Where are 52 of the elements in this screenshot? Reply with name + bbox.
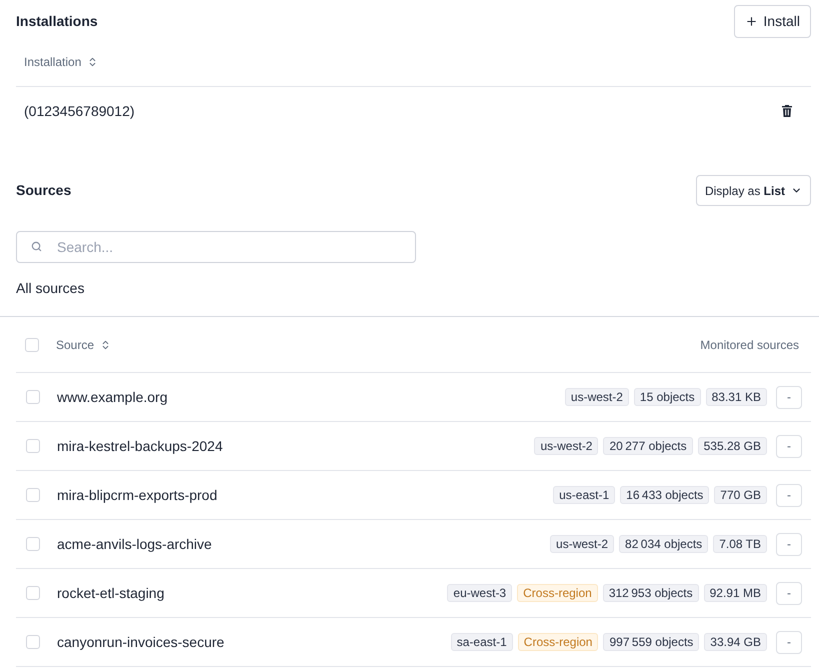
metadata-tag: us-west-2 (550, 535, 614, 553)
search-field[interactable]: Search... (16, 231, 416, 263)
search-icon (31, 241, 42, 252)
source-name[interactable]: acme-anvils-logs-archive (57, 534, 212, 554)
source-name[interactable]: canyonrun-invoices-secure (57, 632, 224, 652)
warning-tag: Cross-region (517, 584, 598, 602)
metadata-tag: 16 433 objects (620, 486, 710, 504)
column-header[interactable]: Installation (24, 53, 82, 71)
plus-icon (745, 15, 758, 28)
source-name[interactable]: mira-blipcrm-exports-prod (57, 484, 218, 506)
checkbox[interactable] (26, 439, 40, 453)
metadata-tag: 535.28 GB (698, 437, 767, 455)
checkbox[interactable] (26, 537, 40, 551)
warning-tag: Cross-region (518, 633, 598, 651)
metadata-tag: 7.08 TB (713, 535, 767, 553)
trash-icon[interactable] (782, 105, 792, 117)
metadata-tag: 33.94 GB (704, 633, 767, 651)
column-header[interactable]: Source (56, 336, 94, 354)
install-button[interactable]: Install (734, 5, 811, 38)
metadata-tag: 92.91 MB (704, 584, 767, 602)
checkbox[interactable] (26, 586, 40, 600)
metadata-tag: 20 277 objects (603, 437, 693, 455)
source-name[interactable]: mira-kestrel-backups-2024 (57, 436, 223, 456)
action-button[interactable]: - (776, 532, 802, 556)
filter-label[interactable]: All sources (16, 278, 84, 298)
metadata-tag: 997 559 objects (603, 633, 700, 651)
metadata-tag: sa-east-1 (450, 633, 513, 651)
metadata-tag: us-west-2 (534, 437, 598, 455)
action-button[interactable]: - (776, 386, 802, 408)
section-title: Sources (16, 181, 72, 200)
action-button[interactable]: - (776, 582, 802, 604)
action-button[interactable]: - (776, 484, 802, 506)
metadata-tag: 83.31 KB (706, 388, 767, 406)
section-title: Installations (16, 12, 98, 31)
checkbox[interactable] (26, 390, 40, 404)
checkbox[interactable] (26, 488, 40, 502)
metadata-tag: 15 objects (634, 388, 701, 406)
metadata-tag: us-east-1 (553, 486, 616, 504)
metadata-tag: 82 034 objects (619, 535, 708, 553)
metadata-tag: eu-west-3 (447, 584, 512, 602)
checkbox[interactable] (25, 338, 39, 352)
metadata-tag: 312 953 objects (602, 584, 699, 602)
metadata-tag: us-west-2 (564, 388, 629, 406)
action-button[interactable]: - (776, 630, 802, 654)
display-mode-dropdown[interactable]: Display as List (696, 175, 811, 206)
metadata-tag: 770 GB (714, 486, 767, 504)
installation-id: (0123456789012) (24, 102, 135, 121)
source-name[interactable]: www.example.org (57, 386, 168, 408)
column-header: Monitored sources (700, 336, 799, 354)
source-name[interactable]: rocket-etl-staging (57, 582, 164, 604)
action-button[interactable]: - (776, 434, 802, 458)
checkbox[interactable] (26, 635, 40, 649)
